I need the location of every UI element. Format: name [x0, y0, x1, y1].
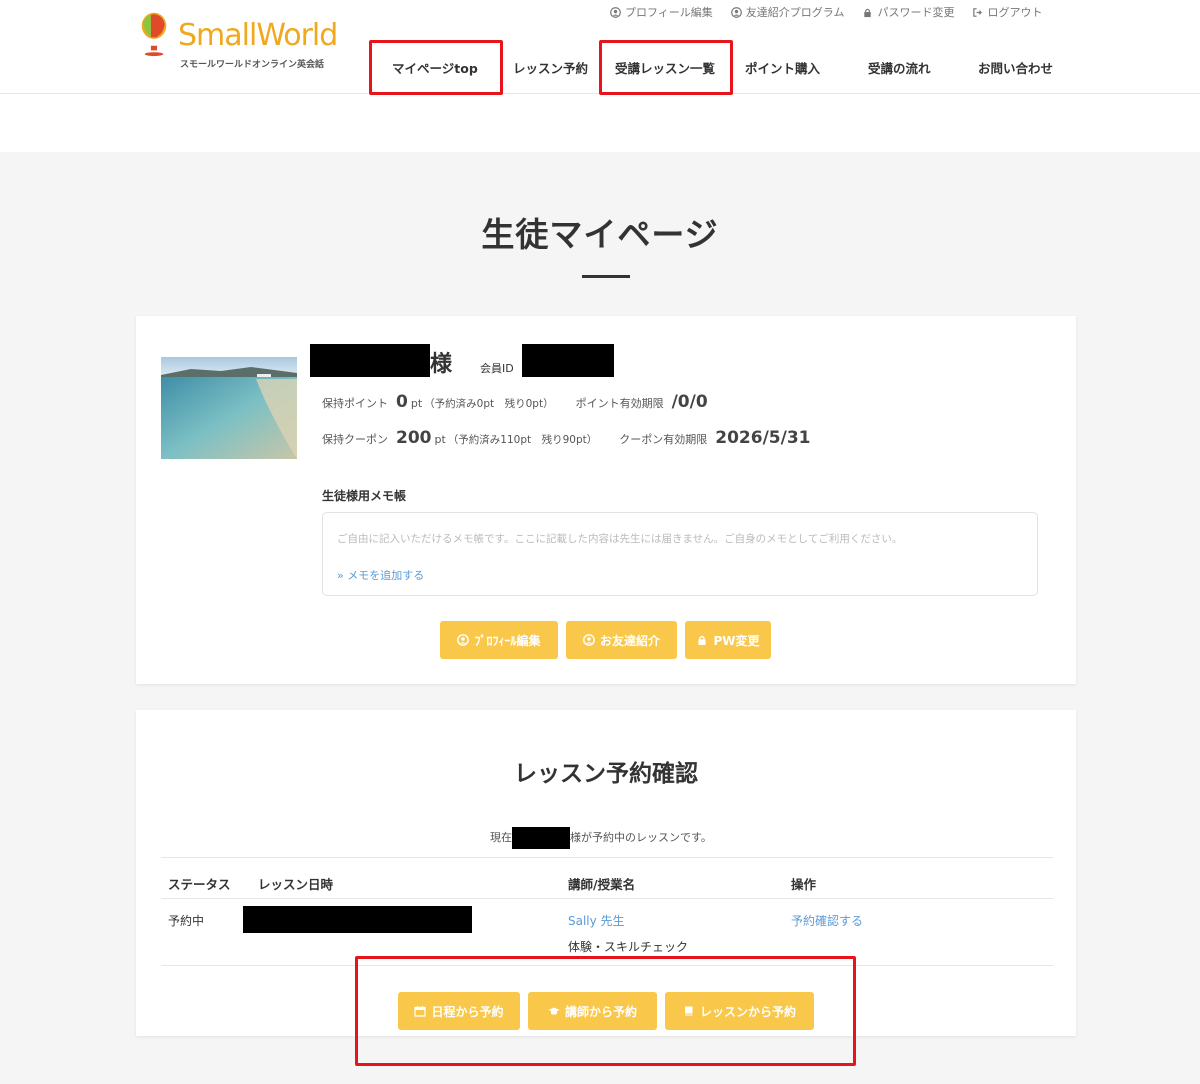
- button-label: ﾌﾟﾛﾌｨｰﾙ編集: [474, 633, 541, 648]
- current-suffix: 様が予約中のレッスンです。: [570, 831, 712, 844]
- logout-icon: [973, 7, 983, 17]
- util-link-label: ログアウト: [987, 6, 1043, 19]
- friend-referral-button[interactable]: お友達紹介: [566, 621, 677, 659]
- util-link-label: パスワード変更: [877, 6, 955, 19]
- memo-title: 生徒様用メモ帳: [322, 489, 407, 503]
- points-expiry-value: /0/0: [671, 392, 708, 412]
- logo-subtitle: スモールワールドオンライン英会話: [180, 60, 325, 70]
- row-lesson-name: 体験・スキルチェック: [568, 940, 689, 954]
- redacted-lesson-datetime: [243, 906, 472, 933]
- util-link-password[interactable]: パスワード変更: [862, 4, 954, 20]
- balloon-logo-icon: [141, 12, 167, 57]
- button-label: PW変更: [713, 633, 760, 648]
- button-label: お友達紹介: [599, 633, 660, 648]
- user-circle-icon: [730, 6, 742, 18]
- memo-placeholder: ご自由に記入いただけるメモ帳です。ここに記載した内容は先生には届きません。ご自身…: [337, 533, 903, 545]
- coupon-note: （予約済み110pt 残り90pt）: [447, 434, 598, 446]
- points-unit: pt: [410, 397, 423, 410]
- coupon-label: 保持クーポン: [322, 433, 388, 446]
- coupon-value: 200: [396, 428, 432, 448]
- lock-icon: [698, 635, 706, 645]
- member-id-label: 会員ID: [480, 362, 514, 375]
- col-header-status: ステータス: [168, 877, 231, 892]
- util-link-label: 友達紹介プログラム: [745, 6, 845, 19]
- coupon-expiry-value: 2026/5/31: [715, 428, 811, 448]
- student-name-suffix: 様: [430, 352, 453, 377]
- col-header-datetime: レッスン日時: [258, 877, 334, 892]
- util-link-profile-edit[interactable]: プロフィール編集: [610, 4, 713, 20]
- nav-item-lesson-booking[interactable]: レッスン予約: [513, 58, 588, 77]
- table-divider: [161, 898, 1053, 899]
- util-link-referral[interactable]: 友達紹介プログラム: [730, 4, 845, 20]
- points-value: 0: [396, 392, 408, 412]
- user-circle-icon: [610, 6, 621, 18]
- reservation-title: レッスン予約確認: [514, 761, 698, 787]
- util-link-logout[interactable]: ログアウト: [972, 4, 1042, 20]
- coupon-expiry-label: クーポン有効期限: [619, 433, 708, 446]
- redacted-member-id: [522, 344, 614, 377]
- site-header: SmallWorld スモールワールドオンライン英会話 プロフィール編集 友達紹…: [0, 0, 1200, 95]
- col-header-teacher: 講師/授業名: [568, 877, 636, 892]
- site-logo[interactable]: SmallWorld スモールワールドオンライン英会話: [134, 10, 354, 76]
- main-content: 生徒マイページ 様 会員ID 保持ポイント 0 pt （予約済み0pt 残り0p…: [0, 152, 1200, 1084]
- points-note: （予約済み0pt 残り0pt）: [424, 398, 554, 410]
- points-expiry-label: ポイント有効期限: [575, 397, 664, 410]
- page-title: 生徒マイページ: [481, 215, 719, 254]
- nav-item-point-purchase[interactable]: ポイント購入: [745, 58, 820, 77]
- profile-card: 様 会員ID 保持ポイント 0 pt （予約済み0pt 残り0pt） ポイント有…: [136, 316, 1076, 684]
- logo-wordmark: SmallWorld: [178, 18, 338, 53]
- add-memo-link[interactable]: » メモを追加する: [337, 567, 424, 583]
- pw-change-button[interactable]: PW変更: [685, 621, 771, 659]
- row-status: 予約中: [168, 914, 205, 928]
- highlight-box-lesson-history: [599, 40, 733, 95]
- row-action-link[interactable]: 予約確認する: [791, 912, 863, 929]
- utility-links: プロフィール編集 友達紹介プログラム パスワード変更 ログアウト: [610, 4, 1042, 20]
- memo-box[interactable]: ご自由に記入いただけるメモ帳です。ここに記載した内容は先生には届きません。ご自身…: [322, 512, 1038, 596]
- beach-photo-image: [161, 357, 297, 459]
- table-divider: [161, 857, 1053, 858]
- nav-item-lesson-flow[interactable]: 受講の流れ: [868, 58, 931, 77]
- row-teacher-link[interactable]: Sally 先生: [568, 912, 625, 929]
- coupon-row: 保持クーポン 200 pt （予約済み110pt 残り90pt） クーポン有効期…: [322, 428, 810, 448]
- current-prefix: 現在: [490, 831, 512, 844]
- redacted-student-name: [512, 827, 570, 849]
- points-label: 保持ポイント: [322, 397, 388, 410]
- col-header-action: 操作: [791, 877, 817, 892]
- points-row: 保持ポイント 0 pt （予約済み0pt 残り0pt） ポイント有効期限 /0/…: [322, 392, 708, 412]
- coupon-unit: pt: [434, 433, 446, 446]
- profile-edit-button[interactable]: ﾌﾟﾛﾌｨｰﾙ編集: [440, 621, 558, 659]
- util-link-label: プロフィール編集: [625, 6, 713, 19]
- highlight-box-mypage-top: [369, 40, 503, 95]
- nav-item-contact[interactable]: お問い合わせ: [978, 58, 1053, 77]
- highlight-box-booking-buttons: [355, 956, 856, 1066]
- user-circle-icon: [583, 634, 595, 646]
- lock-icon: [864, 8, 872, 17]
- profile-photo: [161, 357, 297, 459]
- user-circle-icon: [457, 634, 470, 646]
- redacted-student-name: [310, 344, 430, 377]
- title-underline: [582, 275, 630, 278]
- current-reservation-text: 現在 様が予約中のレッスンです。: [490, 827, 712, 849]
